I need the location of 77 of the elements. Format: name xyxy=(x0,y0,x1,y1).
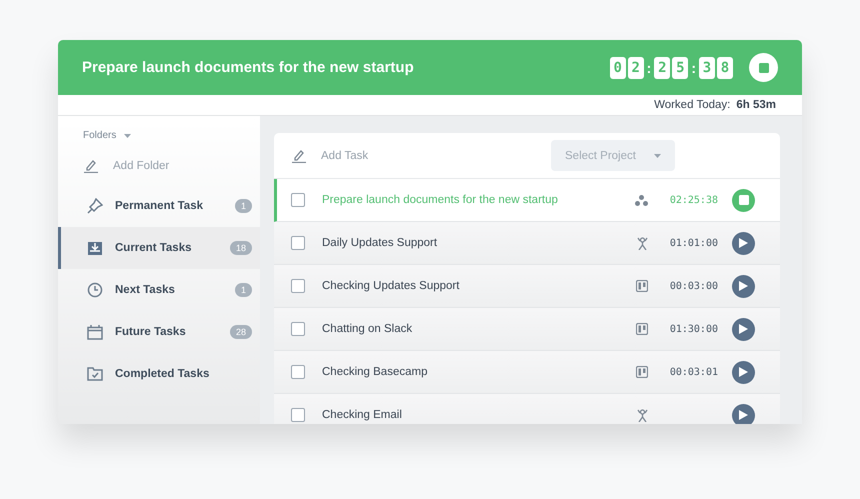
caret-icon xyxy=(654,154,661,158)
task-time: 00:03:01 xyxy=(668,366,718,378)
timer-separator: : xyxy=(646,60,652,76)
stop-icon xyxy=(738,195,748,205)
task-name: Prepare launch documents for the new startup xyxy=(322,194,559,206)
stop-icon xyxy=(758,62,768,72)
count-badge: 28 xyxy=(230,325,252,339)
clock-icon xyxy=(87,282,103,298)
board-icon xyxy=(636,280,648,292)
checkbox[interactable] xyxy=(291,322,305,336)
calendar-icon xyxy=(87,324,103,340)
board-icon xyxy=(636,323,648,335)
stop-button[interactable] xyxy=(749,53,778,82)
inbox-icon xyxy=(87,240,103,256)
timer-digit: 0 xyxy=(610,56,626,78)
timer-digit: 3 xyxy=(699,56,715,78)
folder-label: Future Tasks xyxy=(115,326,187,338)
folder-item[interactable]: Next Tasks 1 xyxy=(58,269,260,311)
task-time: 00:03:00 xyxy=(668,280,718,292)
timer-separator: : xyxy=(690,60,697,76)
play-button[interactable] xyxy=(732,318,755,340)
count-badge: 18 xyxy=(230,241,252,255)
play-icon xyxy=(739,367,748,377)
task-row[interactable]: Checking Updates Support 00:03:00 xyxy=(274,265,780,308)
task-row[interactable]: Checking Basecamp 00:03:01 xyxy=(274,351,780,394)
folder-label: Permanent Task xyxy=(115,200,204,212)
task-row[interactable]: Daily Updates Support 01:01:00 xyxy=(274,222,780,265)
play-button[interactable] xyxy=(732,274,755,298)
checkbox[interactable] xyxy=(291,365,305,379)
worked-today-label: Worked Today: xyxy=(654,99,730,111)
folder-label: Next Tasks xyxy=(115,284,176,296)
pencil-icon xyxy=(291,148,307,162)
folder-item[interactable]: Current Tasks 18 xyxy=(58,227,260,269)
task-row[interactable]: Chatting on Slack 01:30:00 xyxy=(274,308,780,351)
folder-item[interactable]: Permanent Task 1 xyxy=(58,185,260,227)
task-time: 01:01:00 xyxy=(668,238,718,248)
task-name: Daily Updates Support xyxy=(322,237,438,249)
task-name: Checking Basecamp xyxy=(322,366,428,378)
count-badge: 1 xyxy=(234,199,252,213)
play-button[interactable] xyxy=(732,360,755,384)
task-row[interactable]: Checking Email xyxy=(274,394,780,424)
play-button[interactable] xyxy=(732,232,755,254)
folder-item[interactable]: Future Tasks 28 xyxy=(58,311,260,353)
pencil-icon xyxy=(83,159,99,173)
timer-digit: 8 xyxy=(717,56,733,78)
folder-check-icon xyxy=(87,367,103,381)
count-badge: 1 xyxy=(234,283,252,297)
people-icon xyxy=(635,194,648,206)
folder-label: Completed Tasks xyxy=(115,368,210,380)
play-icon xyxy=(739,324,748,334)
task-name: Checking Email xyxy=(322,409,403,421)
task-time: 02:25:38 xyxy=(668,194,718,206)
current-task-title: Prepare launch documents for the new startup xyxy=(82,59,415,76)
stop-button[interactable] xyxy=(732,188,755,212)
figure-icon xyxy=(637,408,648,422)
play-button[interactable] xyxy=(732,404,755,424)
checkbox[interactable] xyxy=(291,236,305,250)
checkbox[interactable] xyxy=(291,279,305,293)
pin-icon xyxy=(87,198,103,214)
checkbox[interactable] xyxy=(291,193,305,207)
play-icon xyxy=(739,238,748,248)
folder-label: Current Tasks xyxy=(115,242,192,254)
play-icon xyxy=(739,281,748,291)
play-icon xyxy=(739,410,748,420)
task-name: Checking Updates Support xyxy=(322,280,460,292)
caret-icon xyxy=(124,134,132,138)
board-icon xyxy=(636,366,648,378)
timer-digit: 2 xyxy=(654,56,670,78)
task-name: Chatting on Slack xyxy=(322,323,414,335)
folders-label: Folders xyxy=(83,130,116,141)
timer-digit: 2 xyxy=(628,56,644,78)
timer-digit: 5 xyxy=(672,56,688,78)
folder-item[interactable]: Completed Tasks xyxy=(58,353,260,395)
worked-today-value: 6h 53m xyxy=(736,99,776,111)
figure-icon xyxy=(637,236,648,250)
task-time: 01:30:00 xyxy=(668,324,718,334)
checkbox[interactable] xyxy=(291,408,305,422)
